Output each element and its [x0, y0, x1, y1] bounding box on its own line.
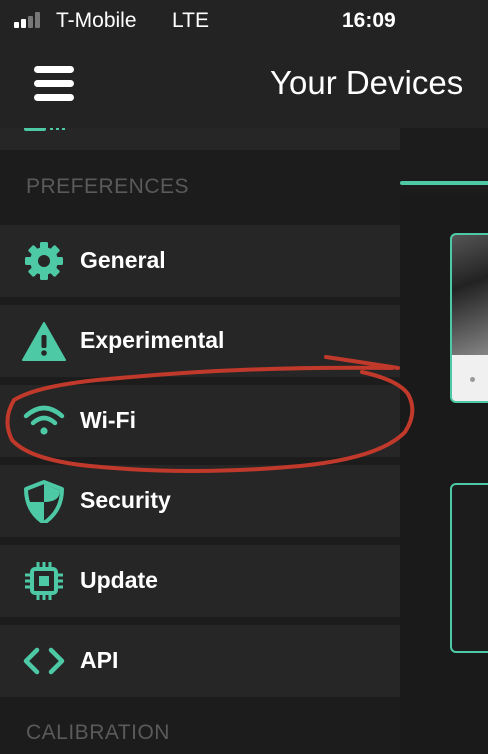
device-icon: [24, 128, 65, 131]
device-status-dot: [470, 377, 475, 382]
device-photo: [452, 235, 488, 355]
gear-icon: [25, 242, 63, 280]
status-bar: T-Mobile LTE 16:09: [0, 0, 488, 42]
carrier-name: T-Mobile: [56, 9, 137, 32]
section-header-calibration: CALIBRATION: [26, 721, 170, 744]
signal-strength-icon: [14, 12, 48, 28]
wifi-icon: [23, 405, 65, 435]
drawer-item-general[interactable]: General: [0, 225, 400, 297]
drawer-item-label: General: [80, 247, 166, 273]
device-card[interactable]: [450, 233, 488, 403]
network-type: LTE: [172, 9, 209, 32]
drawer-item-api[interactable]: API: [0, 625, 400, 697]
shield-icon: [24, 480, 64, 523]
navigation-drawer: PREFERENCES General Experimental Wi-Fi S…: [0, 128, 400, 754]
code-brackets-icon: [23, 647, 65, 675]
section-header-preferences: PREFERENCES: [26, 175, 190, 198]
drawer-item-label: API: [80, 647, 119, 673]
drawer-item-experimental[interactable]: Experimental: [0, 305, 400, 377]
drawer-item-label: Security: [80, 487, 171, 513]
app-header: Your Devices: [0, 42, 488, 128]
drawer-item-update[interactable]: Update: [0, 545, 400, 617]
warning-triangle-icon: [22, 322, 66, 361]
drawer-item-wifi[interactable]: Wi-Fi: [0, 385, 400, 457]
drawer-item-label: Experimental: [80, 327, 225, 353]
drawer-item-security[interactable]: Security: [0, 465, 400, 537]
chip-icon: [25, 562, 63, 600]
drawer-item-label: Wi-Fi: [80, 407, 136, 433]
page-title: Your Devices: [270, 64, 464, 101]
hamburger-menu-icon[interactable]: [34, 64, 76, 104]
device-card[interactable]: [450, 483, 488, 653]
active-tab-indicator: [400, 181, 488, 185]
drawer-item-partial[interactable]: [0, 128, 400, 150]
status-time: 16:09: [342, 9, 396, 32]
drawer-item-label: Update: [80, 567, 158, 593]
